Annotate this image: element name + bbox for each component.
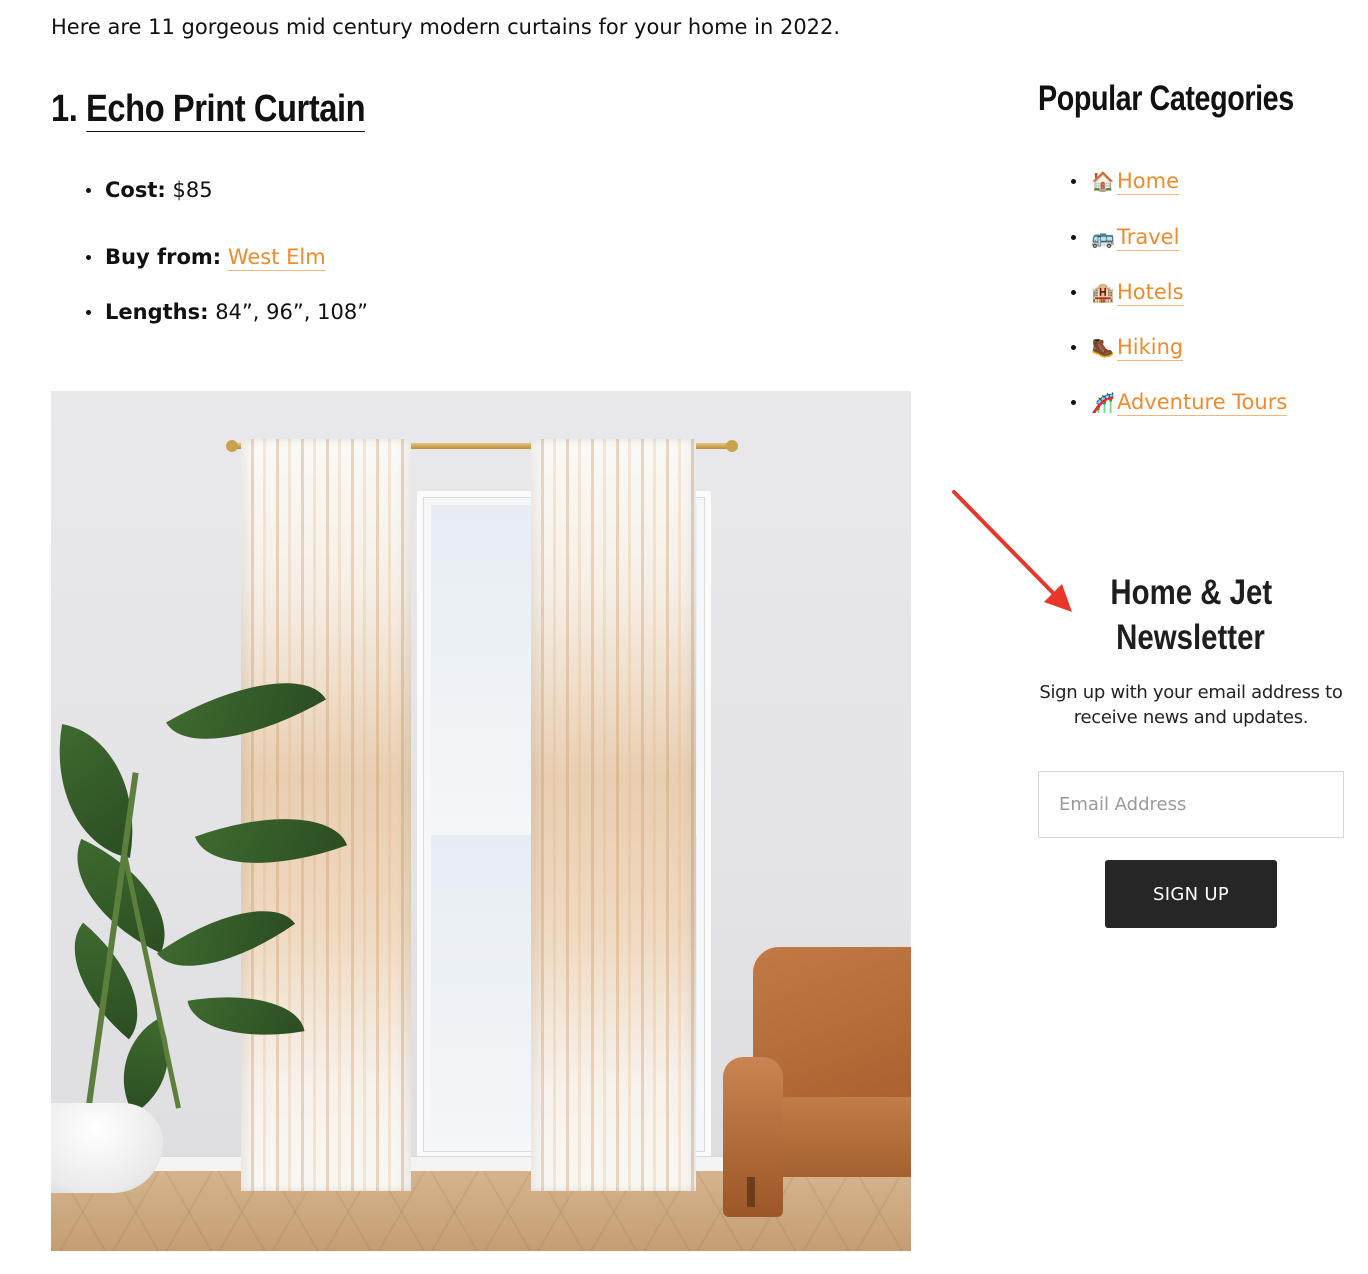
newsletter-title-line1: Home & Jet — [1110, 573, 1272, 612]
product-title-link[interactable]: Echo Print Curtain — [86, 88, 366, 132]
spec-cost-label: Cost: — [105, 178, 166, 202]
curtain-panel-left — [241, 439, 411, 1191]
category-item-home: 🏠 Home — [1038, 166, 1180, 197]
product-image — [51, 391, 911, 1251]
spec-lengths-label: Lengths: — [105, 300, 209, 324]
newsletter-title-line2: Newsletter — [1116, 618, 1266, 657]
curtain-panel-right — [531, 439, 696, 1191]
category-item-travel: 🚌 Travel — [1038, 222, 1180, 253]
spec-cost-value: $85 — [172, 178, 213, 202]
product-title: 1. Echo Print Curtain — [51, 84, 366, 134]
hotel-icon: 🏨 — [1091, 282, 1115, 304]
popular-categories-heading: Popular Categories — [1038, 79, 1294, 118]
product-number: 1. — [51, 88, 78, 130]
category-link-hotels[interactable]: Hotels — [1117, 280, 1184, 306]
spec-buy-label: Buy from: — [105, 245, 222, 269]
spec-buy-from: Buy from: West Elm — [51, 242, 326, 272]
hiking-boot-icon: 🥾 — [1091, 337, 1115, 359]
category-item-adventure-tours: 🎢 Adventure Tours — [1038, 387, 1288, 418]
category-link-adventure-tours[interactable]: Adventure Tours — [1117, 390, 1288, 416]
category-link-home[interactable]: Home — [1117, 169, 1180, 195]
spec-cost: Cost: $85 — [51, 175, 213, 205]
buy-from-link[interactable]: West Elm — [227, 245, 326, 271]
intro-text: Here are 11 gorgeous mid century modern … — [51, 15, 841, 39]
sign-up-button[interactable]: SIGN UP — [1105, 860, 1277, 928]
roller-coaster-icon: 🎢 — [1091, 392, 1115, 414]
category-link-hiking[interactable]: Hiking — [1117, 335, 1184, 361]
newsletter-description: Sign up with your email address to recei… — [1039, 682, 1343, 728]
armchair-illustration — [723, 947, 911, 1247]
newsletter-title: Home & Jet Newsletter — [1038, 570, 1344, 660]
bus-icon: 🚌 — [1091, 227, 1115, 249]
category-item-hotels: 🏨 Hotels — [1038, 277, 1184, 308]
category-link-travel[interactable]: Travel — [1117, 225, 1180, 251]
spec-lengths: Lengths: 84”, 96”, 108” — [51, 297, 368, 327]
house-icon: 🏠 — [1091, 171, 1115, 193]
spec-lengths-value: 84”, 96”, 108” — [215, 300, 369, 324]
category-item-hiking: 🥾 Hiking — [1038, 332, 1184, 363]
email-address-input[interactable] — [1038, 771, 1344, 838]
